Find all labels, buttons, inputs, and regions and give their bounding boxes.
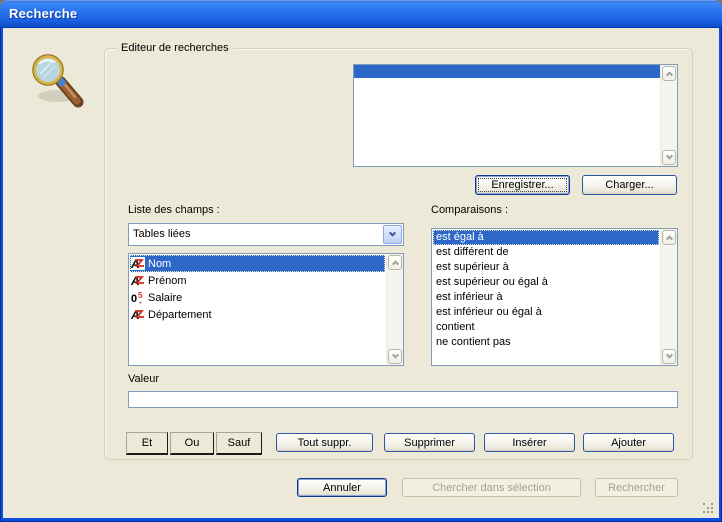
magnifier-icon (28, 52, 86, 114)
chevron-down-icon (388, 229, 397, 237)
value-input[interactable] (128, 391, 678, 408)
comparison-option[interactable]: est supérieur à (433, 260, 659, 275)
search-editor-list[interactable] (353, 64, 678, 167)
combo-dropdown-button[interactable] (383, 225, 402, 244)
save-button[interactable]: Enregistrer... (475, 175, 570, 195)
conjunction-buttons: Et Ou Sauf (126, 432, 264, 455)
scroll-up-button[interactable] (662, 230, 676, 245)
editor-groupbox-label: Editeur de recherches (117, 42, 233, 54)
comparison-option[interactable]: est inférieur à (433, 290, 659, 305)
comparison-label: est supérieur ou égal à (436, 276, 548, 288)
field-type-icon: A05 (131, 257, 145, 270)
combo-selected-value: Tables liées (133, 228, 191, 240)
field-type-icon: A05 (131, 308, 145, 321)
comparison-label: contient (436, 321, 475, 333)
alpha-field-icon: A (131, 308, 144, 321)
field-type-icon: A05 (131, 291, 145, 304)
window-title: Recherche (9, 6, 78, 21)
dialog-body: Editeur de recherches Enregistrer... Cha… (3, 28, 719, 518)
comparison-option[interactable]: est supérieur ou égal à (433, 275, 659, 290)
cancel-button[interactable]: Annuler (297, 478, 387, 497)
field-option[interactable]: A05 Prénom (130, 272, 385, 289)
comparison-label: est égal à (436, 231, 484, 243)
chevron-up-icon (391, 260, 399, 268)
scroll-down-button[interactable] (662, 150, 676, 165)
scroll-down-button[interactable] (388, 349, 402, 364)
ou-button[interactable]: Ou (170, 432, 214, 455)
et-button[interactable]: Et (126, 432, 168, 455)
comparison-label: est inférieur à (436, 291, 503, 303)
value-label: Valeur (128, 373, 159, 385)
field-option[interactable]: A05 Département (130, 306, 385, 323)
svg-text:5: 5 (138, 291, 143, 300)
fields-list-label: Liste des champs : (128, 204, 220, 216)
chevron-down-icon (665, 351, 673, 359)
scroll-up-button[interactable] (662, 66, 676, 81)
alpha-field-icon: A (131, 257, 144, 270)
fields-scrollbar[interactable] (386, 254, 403, 365)
alpha-field-icon: A (131, 274, 144, 287)
field-type-icon: A05 (131, 274, 145, 287)
fields-table-combo[interactable]: Tables liées (128, 223, 404, 246)
comparison-label: est supérieur à (436, 261, 509, 273)
chevron-up-icon (665, 235, 673, 243)
scroll-up-button[interactable] (388, 255, 402, 270)
numeric-field-icon: 05 (131, 291, 143, 304)
sauf-button[interactable]: Sauf (216, 432, 262, 455)
comparisons-scrollbar[interactable] (660, 229, 677, 365)
clear-all-button[interactable]: Tout suppr. (276, 433, 373, 452)
recherche-dialog: Recherche Editeur de recherches Enregist… (0, 0, 722, 522)
comparison-option[interactable]: est inférieur ou égal à (433, 305, 659, 320)
delete-button[interactable]: Supprimer (384, 433, 475, 452)
field-name-label: Département (148, 308, 212, 321)
field-name-label: Nom (148, 257, 172, 270)
editor-scrollbar[interactable] (660, 65, 677, 166)
editor-selected-row[interactable] (354, 65, 660, 78)
resize-grip[interactable] (702, 502, 714, 514)
svg-text:0: 0 (131, 293, 137, 304)
field-option[interactable]: A05 Salaire (130, 289, 385, 306)
comparison-option[interactable]: est différent de (433, 245, 659, 260)
comparison-option[interactable]: contient (433, 320, 659, 335)
chevron-down-icon (665, 152, 673, 160)
field-name-label: Prénom (148, 274, 187, 287)
comparisons-label: Comparaisons : (431, 204, 509, 216)
field-name-label: Salaire (148, 291, 183, 304)
load-button[interactable]: Charger... (582, 175, 677, 195)
titlebar[interactable]: Recherche (0, 0, 722, 28)
comparison-label: est inférieur ou égal à (436, 306, 542, 318)
insert-button[interactable]: Insérer (484, 433, 575, 452)
comparison-label: est différent de (436, 246, 509, 258)
add-button[interactable]: Ajouter (583, 433, 674, 452)
comparison-option[interactable]: est égal à (433, 230, 659, 245)
chevron-up-icon (665, 71, 673, 79)
comparisons-list[interactable]: est égal à est différent de est supérieu… (431, 228, 678, 366)
comparison-label: ne contient pas (436, 336, 511, 348)
fields-list[interactable]: A05 Nom A05 Prénom A05 Salaire A05 (128, 253, 404, 366)
comparison-option[interactable]: ne contient pas (433, 335, 659, 350)
search-in-selection-button: Chercher dans sélection (402, 478, 581, 497)
editor-groupbox: Editeur de recherches Enregistrer... Cha… (104, 42, 693, 460)
field-option[interactable]: A05 Nom (130, 255, 385, 272)
chevron-down-icon (391, 351, 399, 359)
search-button: Rechercher (595, 478, 678, 497)
scroll-down-button[interactable] (662, 349, 676, 364)
